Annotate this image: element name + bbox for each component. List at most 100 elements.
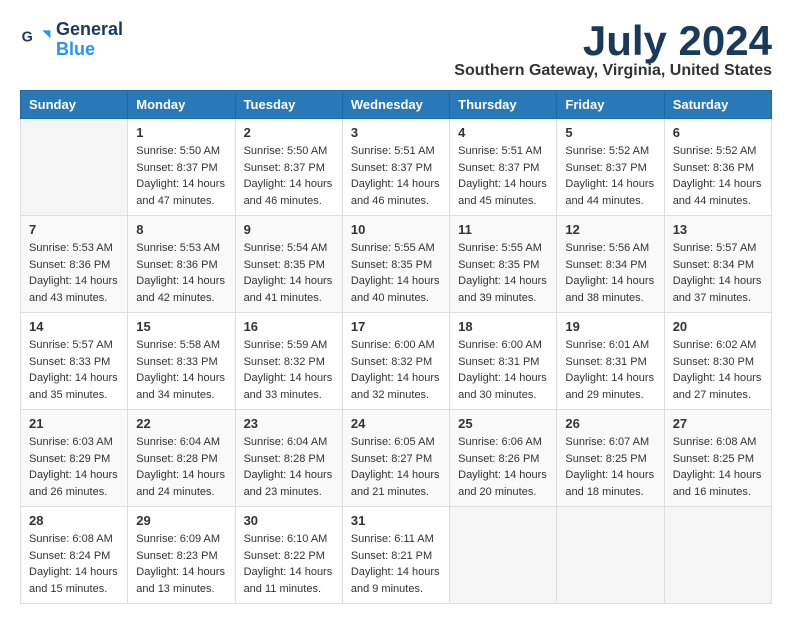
day-number: 13 <box>673 222 763 237</box>
day-number: 9 <box>244 222 334 237</box>
day-info: Sunrise: 6:05 AM Sunset: 8:27 PM Dayligh… <box>351 434 441 500</box>
calendar-cell: 22 Sunrise: 6:04 AM Sunset: 8:28 PM Dayli… <box>128 410 235 507</box>
weekday-header-saturday: Saturday <box>664 91 771 119</box>
calendar-cell: 19 Sunrise: 6:01 AM Sunset: 8:31 PM Dayli… <box>557 313 664 410</box>
weekday-header-friday: Friday <box>557 91 664 119</box>
logo-line1: General <box>56 20 123 40</box>
day-number: 29 <box>136 513 226 528</box>
day-number: 12 <box>565 222 655 237</box>
weekday-header-tuesday: Tuesday <box>235 91 342 119</box>
logo: G General Blue <box>20 20 123 60</box>
day-info: Sunrise: 5:50 AM Sunset: 8:37 PM Dayligh… <box>244 143 334 209</box>
calendar-cell: 10Sunrise: 5:55 AM Sunset: 8:35 PM Dayli… <box>342 216 449 313</box>
day-number: 19 <box>565 319 655 334</box>
calendar-cell: 24Sunrise: 6:05 AM Sunset: 8:27 PM Dayli… <box>342 410 449 507</box>
day-number: 1 <box>136 125 226 140</box>
calendar-cell <box>557 507 664 604</box>
calendar-cell: 7Sunrise: 5:53 AM Sunset: 8:36 PM Daylig… <box>21 216 128 313</box>
logo-line2: Blue <box>56 40 123 60</box>
day-info: Sunrise: 6:10 AM Sunset: 8:22 PM Dayligh… <box>244 531 334 597</box>
day-info: Sunrise: 6:11 AM Sunset: 8:21 PM Dayligh… <box>351 531 441 597</box>
day-number: 11 <box>458 222 548 237</box>
calendar-cell: 21 Sunrise: 6:03 AM Sunset: 8:29 PM Dayli… <box>21 410 128 507</box>
calendar-cell <box>450 507 557 604</box>
calendar-cell: 15 Sunrise: 5:58 AM Sunset: 8:33 PM Dayli… <box>128 313 235 410</box>
svg-text:G: G <box>22 29 33 45</box>
day-number: 6 <box>673 125 763 140</box>
day-info: Sunrise: 5:50 AM Sunset: 8:37 PM Dayligh… <box>136 143 226 209</box>
day-info: Sunrise: 6:08 AM Sunset: 8:25 PM Dayligh… <box>673 434 763 500</box>
calendar-cell: 14 Sunrise: 5:57 AM Sunset: 8:33 PM Dayli… <box>21 313 128 410</box>
location: Southern Gateway, Virginia, United State… <box>454 62 772 80</box>
calendar-cell: 8 Sunrise: 5:53 AM Sunset: 8:36 PM Daylig… <box>128 216 235 313</box>
day-info: Sunrise: 5:55 AM Sunset: 8:35 PM Dayligh… <box>458 240 548 306</box>
calendar-cell: 1 Sunrise: 5:50 AM Sunset: 8:37 PM Daylig… <box>128 119 235 216</box>
day-number: 17 <box>351 319 441 334</box>
day-number: 30 <box>244 513 334 528</box>
day-info: Sunrise: 5:51 AM Sunset: 8:37 PM Dayligh… <box>351 143 441 209</box>
day-info: Sunrise: 5:51 AM Sunset: 8:37 PM Dayligh… <box>458 143 548 209</box>
weekday-header-thursday: Thursday <box>450 91 557 119</box>
day-number: 16 <box>244 319 334 334</box>
calendar-cell: 13Sunrise: 5:57 AM Sunset: 8:34 PM Dayli… <box>664 216 771 313</box>
weekday-header-sunday: Sunday <box>21 91 128 119</box>
day-number: 27 <box>673 416 763 431</box>
weekday-header-wednesday: Wednesday <box>342 91 449 119</box>
day-info: Sunrise: 5:53 AM Sunset: 8:36 PM Dayligh… <box>136 240 226 306</box>
calendar-cell: 11 Sunrise: 5:55 AM Sunset: 8:35 PM Dayli… <box>450 216 557 313</box>
day-number: 18 <box>458 319 548 334</box>
day-info: Sunrise: 6:01 AM Sunset: 8:31 PM Dayligh… <box>565 337 655 403</box>
calendar-cell <box>664 507 771 604</box>
week-row-4: 21 Sunrise: 6:03 AM Sunset: 8:29 PM Dayli… <box>21 410 772 507</box>
logo-icon: G <box>20 24 52 56</box>
day-number: 22 <box>136 416 226 431</box>
calendar-cell: 9 Sunrise: 5:54 AM Sunset: 8:35 PM Daylig… <box>235 216 342 313</box>
day-info: Sunrise: 5:57 AM Sunset: 8:33 PM Dayligh… <box>29 337 119 403</box>
day-info: Sunrise: 5:55 AM Sunset: 8:35 PM Dayligh… <box>351 240 441 306</box>
day-info: Sunrise: 6:00 AM Sunset: 8:32 PM Dayligh… <box>351 337 441 403</box>
title-section: July 2024 Southern Gateway, Virginia, Un… <box>454 20 772 80</box>
weekday-header-monday: Monday <box>128 91 235 119</box>
day-info: Sunrise: 6:02 AM Sunset: 8:30 PM Dayligh… <box>673 337 763 403</box>
logo-text: General Blue <box>56 20 123 60</box>
calendar-cell <box>21 119 128 216</box>
calendar-cell: 16 Sunrise: 5:59 AM Sunset: 8:32 PM Dayli… <box>235 313 342 410</box>
day-info: Sunrise: 5:52 AM Sunset: 8:36 PM Dayligh… <box>673 143 763 209</box>
calendar-cell: 3Sunrise: 5:51 AM Sunset: 8:37 PM Daylig… <box>342 119 449 216</box>
day-number: 23 <box>244 416 334 431</box>
day-info: Sunrise: 5:54 AM Sunset: 8:35 PM Dayligh… <box>244 240 334 306</box>
calendar-cell: 12 Sunrise: 5:56 AM Sunset: 8:34 PM Dayli… <box>557 216 664 313</box>
day-number: 4 <box>458 125 548 140</box>
calendar-cell: 25 Sunrise: 6:06 AM Sunset: 8:26 PM Dayli… <box>450 410 557 507</box>
day-number: 2 <box>244 125 334 140</box>
calendar-cell: 31Sunrise: 6:11 AM Sunset: 8:21 PM Dayli… <box>342 507 449 604</box>
day-info: Sunrise: 6:06 AM Sunset: 8:26 PM Dayligh… <box>458 434 548 500</box>
day-number: 26 <box>565 416 655 431</box>
day-info: Sunrise: 5:52 AM Sunset: 8:37 PM Dayligh… <box>565 143 655 209</box>
day-number: 14 <box>29 319 119 334</box>
day-info: Sunrise: 6:04 AM Sunset: 8:28 PM Dayligh… <box>136 434 226 500</box>
day-info: Sunrise: 5:58 AM Sunset: 8:33 PM Dayligh… <box>136 337 226 403</box>
day-info: Sunrise: 5:59 AM Sunset: 8:32 PM Dayligh… <box>244 337 334 403</box>
calendar-cell: 5Sunrise: 5:52 AM Sunset: 8:37 PM Daylig… <box>557 119 664 216</box>
day-number: 25 <box>458 416 548 431</box>
day-info: Sunrise: 5:56 AM Sunset: 8:34 PM Dayligh… <box>565 240 655 306</box>
day-info: Sunrise: 6:03 AM Sunset: 8:29 PM Dayligh… <box>29 434 119 500</box>
day-number: 8 <box>136 222 226 237</box>
calendar-cell: 18 Sunrise: 6:00 AM Sunset: 8:31 PM Dayli… <box>450 313 557 410</box>
weekday-header-row: SundayMondayTuesdayWednesdayThursdayFrid… <box>21 91 772 119</box>
calendar-cell: 2 Sunrise: 5:50 AM Sunset: 8:37 PM Daylig… <box>235 119 342 216</box>
calendar-cell: 6 Sunrise: 5:52 AM Sunset: 8:36 PM Daylig… <box>664 119 771 216</box>
week-row-2: 7 Sunrise: 5:53 AM Sunset: 8:36 PM Daylig… <box>21 216 772 313</box>
day-number: 7 <box>29 222 119 237</box>
day-info: Sunrise: 6:04 AM Sunset: 8:28 PM Dayligh… <box>244 434 334 500</box>
calendar-cell: 23 Sunrise: 6:04 AM Sunset: 8:28 PM Dayli… <box>235 410 342 507</box>
calendar-cell: 20Sunrise: 6:02 AM Sunset: 8:30 PM Dayli… <box>664 313 771 410</box>
calendar-table: SundayMondayTuesdayWednesdayThursdayFrid… <box>20 90 772 604</box>
calendar-cell: 4 Sunrise: 5:51 AM Sunset: 8:37 PM Daylig… <box>450 119 557 216</box>
day-number: 21 <box>29 416 119 431</box>
day-info: Sunrise: 6:08 AM Sunset: 8:24 PM Dayligh… <box>29 531 119 597</box>
day-info: Sunrise: 6:00 AM Sunset: 8:31 PM Dayligh… <box>458 337 548 403</box>
day-number: 15 <box>136 319 226 334</box>
calendar-cell: 28Sunrise: 6:08 AM Sunset: 8:24 PM Dayli… <box>21 507 128 604</box>
